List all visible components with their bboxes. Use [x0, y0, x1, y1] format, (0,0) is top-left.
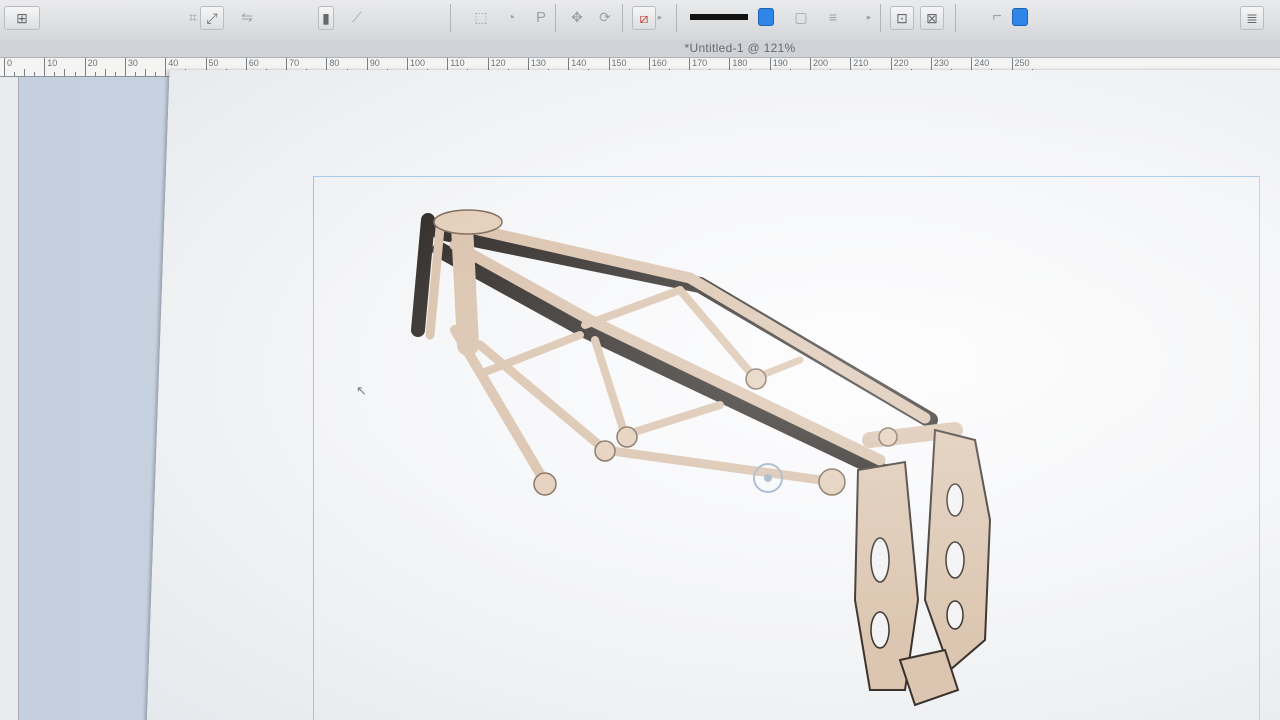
frame-tubes	[425, 214, 963, 487]
placed-motorcycle-frame-image[interactable]	[0, 0, 1280, 720]
indesign-window: ⊞ ⌗ ⤢ ⇋ ▮ ⟋ ⬚ ◔ P ✥ ⟳ ⧄ ▸ ▢ ≡ ▸ ⊡ ⊠ ⌐ ≣ …	[0, 0, 1280, 720]
frame-shadow-strokes	[411, 213, 938, 478]
